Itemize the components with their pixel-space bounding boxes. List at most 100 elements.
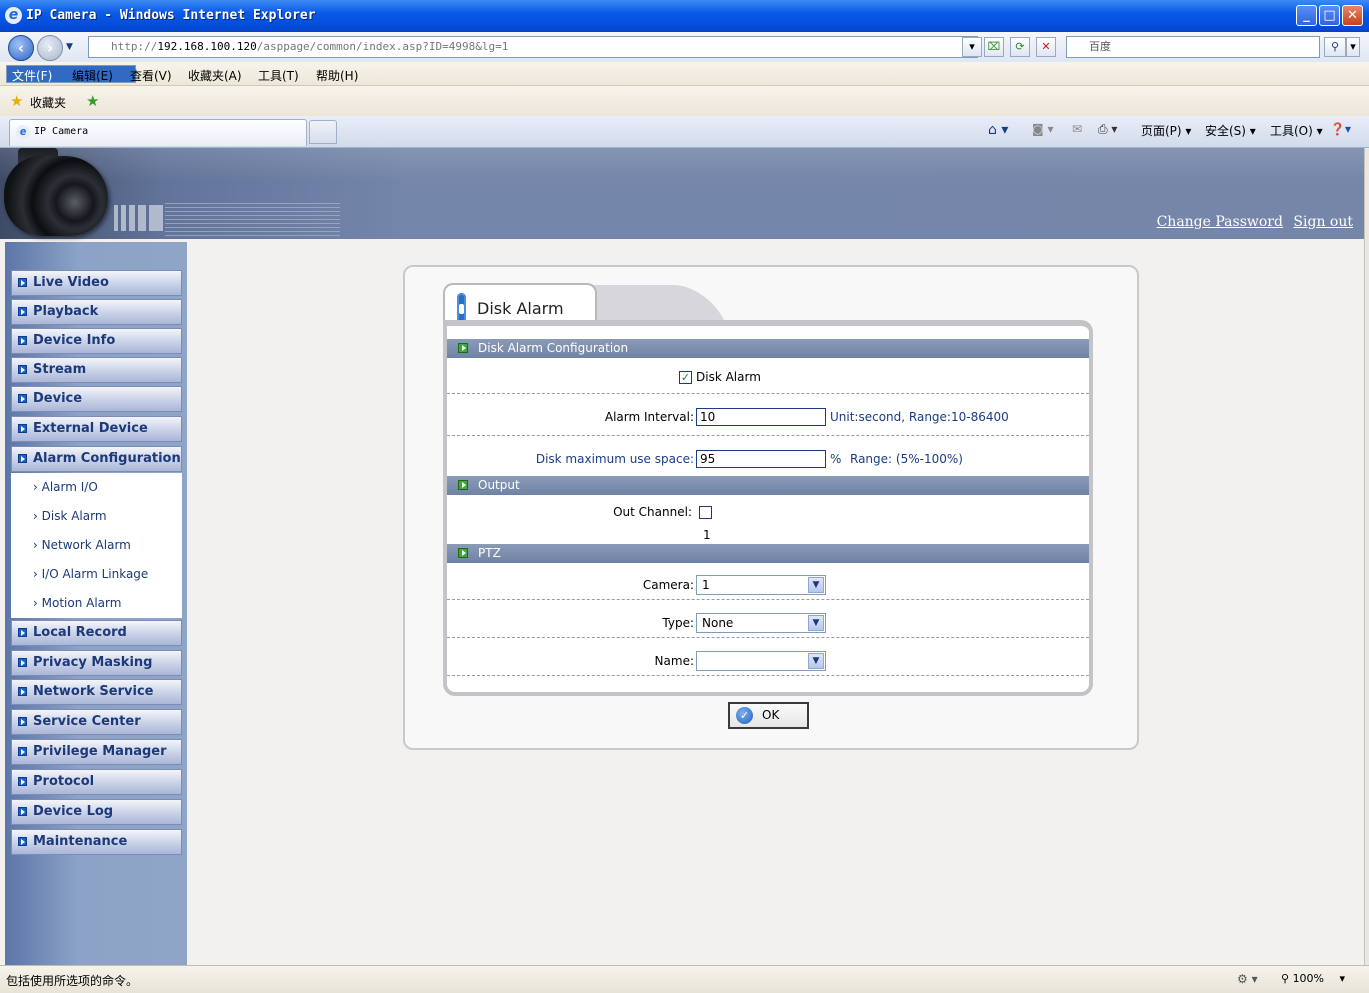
sidebar-item-label: Live Video [33,275,109,290]
search-input[interactable]: 百度 [1066,36,1320,58]
name-select[interactable]: ▼ [696,651,826,671]
submenu-label: Network Alarm [41,538,131,552]
ok-button[interactable]: ✓ OK [728,702,809,729]
help-icon[interactable]: ❓▾ [1330,122,1351,136]
menu-favorites[interactable]: 收藏夹(A) [182,66,248,85]
type-select[interactable]: None ▼ [696,613,826,633]
bullet-icon [18,307,27,316]
submenu-disk-alarm[interactable]: › Disk Alarm [33,509,107,523]
window-title-bar[interactable]: e IP Camera - Windows Internet Explorer … [0,0,1369,32]
sidebar-item-maintenance[interactable]: Maintenance [11,829,182,855]
page-menu[interactable]: 页面(P) ▾ [1141,122,1191,139]
sidebar-item-privacy-masking[interactable]: Privacy Masking [11,650,182,676]
sign-out-link[interactable]: Sign out [1293,214,1353,230]
history-dropdown-icon[interactable]: ▼ [66,42,73,52]
section-title: Output [478,478,520,492]
bullet-icon [18,807,27,816]
tab-ip-camera[interactable]: e IP Camera [9,119,307,146]
header-banner: Change Password Sign out [0,148,1364,239]
back-button[interactable]: ‹ [8,35,34,61]
add-favorites-icon[interactable]: ★ [86,92,99,110]
sidebar-item-device-log[interactable]: Device Log [11,799,182,825]
sidebar-item-playback[interactable]: Playback [11,299,182,325]
favorites-bar: ★ 收藏夹 ★ [0,86,1369,116]
chevron-down-icon: ▼ [808,653,824,669]
sidebar-item-stream-configuration[interactable]: Stream Configuration [11,357,182,401]
submenu-motion-alarm[interactable]: › Motion Alarm [33,596,121,610]
tools-menu[interactable]: 工具(O) ▾ [1270,122,1323,139]
search-icon[interactable]: ⚲ [1324,37,1346,57]
sidebar-item-network-service[interactable]: Network Service [11,679,182,705]
menu-help[interactable]: 帮助(H) [310,66,364,85]
sidebar-item-external-device[interactable]: External Device [11,416,182,442]
sidebar-item-local-record[interactable]: Local Record [11,620,182,646]
stop-icon[interactable]: ✕ [1036,37,1056,57]
sidebar-item-alarm-configuration[interactable]: Alarm Configuration [11,446,182,472]
menu-tools[interactable]: 工具(T) [252,66,305,85]
search-options-icon[interactable]: ▾ [1346,37,1360,57]
sidebar-item-label: Device Log [33,804,114,819]
favorites-label[interactable]: 收藏夹 [30,94,66,111]
address-input[interactable]: http://192.168.100.120/asppage/common/in… [88,36,978,58]
ie-logo-icon: e [5,7,22,24]
url-prefix: http:// [111,40,158,53]
menu-bar: 文件(F) 编辑(E) 查看(V) 收藏夹(A) 工具(T) 帮助(H) [0,62,1369,86]
bullet-icon [18,394,27,403]
feeds-icon[interactable]: ◙ ▾ [1032,122,1053,136]
change-password-link[interactable]: Change Password [1157,214,1283,230]
address-toolbar: ‹ › ▼ http://192.168.100.120/asppage/com… [0,32,1369,62]
print-icon[interactable]: ⎙ ▾ [1098,122,1117,137]
address-dropdown-icon[interactable]: ▾ [962,37,982,57]
sidebar-item-label: Maintenance [33,834,128,849]
favorites-star-icon[interactable]: ★ [10,92,23,110]
camera-select[interactable]: 1 ▼ [696,575,826,595]
submenu-alarm-io[interactable]: › Alarm I/O [33,480,98,494]
disk-max-input[interactable]: 95 [696,450,826,468]
home-icon[interactable]: ⌂ ▾ [988,122,1008,138]
security-zone-icon[interactable]: ⚙ ▾ [1237,972,1258,986]
sidebar-item-privilege-manager[interactable]: Privilege Manager [11,739,182,765]
out-channel-label: Out Channel: [613,505,692,519]
zoom-control[interactable]: ⚲ 100% ▾ [1281,972,1345,985]
new-tab-button[interactable] [309,120,337,144]
zoom-dropdown-icon: ▾ [1339,972,1346,985]
sidebar-item-protocol[interactable]: Protocol [11,769,182,795]
section-arrow-icon [458,548,468,558]
submenu-io-alarm-linkage[interactable]: › I/O Alarm Linkage [33,567,148,581]
menu-edit[interactable]: 编辑(E) [66,66,119,85]
maximize-button[interactable]: □ [1319,5,1340,26]
sidebar-item-label: Device Info [33,333,116,348]
sidebar-item-label: Protocol [33,774,95,789]
sidebar-item-label: Privacy Masking [33,655,153,670]
disk-alarm-checkbox[interactable]: ✓ [679,371,692,384]
panel-content: Disk Alarm Configuration ✓ Disk Alarm Al… [443,320,1093,696]
alarm-interval-input[interactable]: 10 [696,408,826,426]
sidebar-item-service-center[interactable]: Service Center [11,709,182,735]
bullet-icon [18,747,27,756]
page-scrollbar[interactable] [1364,148,1369,965]
bullet-icon [18,278,27,287]
banner-decor-text [165,203,340,236]
section-title: PTZ [478,546,501,560]
safety-menu[interactable]: 安全(S) ▾ [1205,122,1256,139]
close-button[interactable]: ✕ [1342,5,1363,26]
sidebar-item-device-info[interactable]: Device Info [11,328,182,354]
mail-icon[interactable]: ✉ [1072,122,1082,136]
menu-view[interactable]: 查看(V) [124,66,178,85]
sidebar-item-live-video[interactable]: Live Video [11,270,182,296]
compatibility-view-icon[interactable]: ⌧ [984,37,1004,57]
submenu-network-alarm[interactable]: › Network Alarm [33,538,131,552]
out-channel-checkbox[interactable] [699,506,712,519]
bullet-icon [18,777,27,786]
divider [447,599,1089,600]
forward-button[interactable]: › [37,35,63,61]
section-arrow-icon [458,480,468,490]
refresh-icon[interactable]: ⟳ [1010,37,1030,57]
alarm-interval-label: Alarm Interval: [604,410,694,424]
status-text: 包括使用所选项的命令。 [6,974,139,988]
section-disk-alarm-configuration: Disk Alarm Configuration [447,339,1089,358]
minimize-button[interactable]: _ [1296,5,1317,26]
sidebar-item-device-configuration[interactable]: Device Configuration [11,386,182,430]
bullet-icon [18,336,27,345]
bullet-icon [18,717,27,726]
